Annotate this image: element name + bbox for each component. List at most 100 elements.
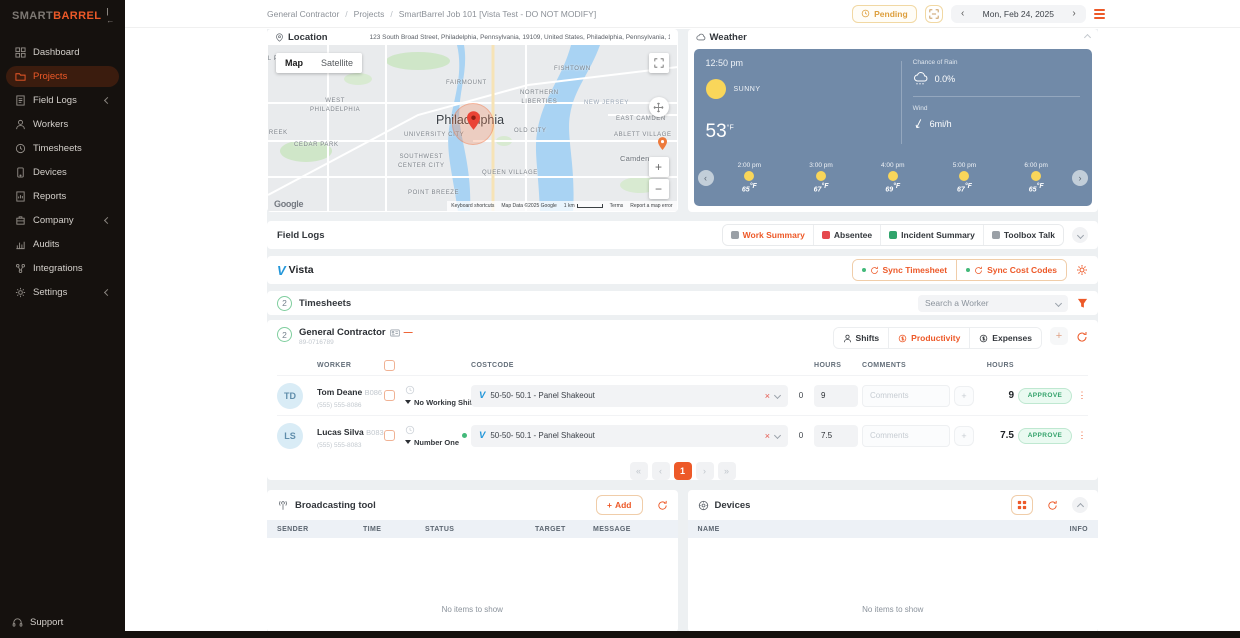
sidebar-item-timesheets[interactable]: Timesheets <box>6 138 119 159</box>
current-page-button[interactable]: 1 <box>673 462 692 480</box>
comments-input[interactable] <box>862 384 950 407</box>
search-worker-select[interactable]: Search a Worker <box>918 294 1068 312</box>
sidebar-collapse-icon[interactable]: |← <box>106 7 114 25</box>
keyboard-shortcuts-link[interactable]: Keyboard shortcuts <box>451 203 494 209</box>
google-map[interactable]: MILL PARK FAIRMOUNT FISHTOWN NORTHERN LI… <box>268 45 677 211</box>
date-prev-button[interactable]: ‹ <box>955 8 971 19</box>
sidebar-item-support[interactable]: Support <box>0 617 125 638</box>
remove-dash-icon[interactable]: — <box>404 327 413 339</box>
broadcast-add-button[interactable]: + Add <box>596 495 643 515</box>
timesheet-row: LS Lucas Silva B083 (555) 555-8083 Numbe… <box>277 415 1088 455</box>
rain-value: 0.0% <box>934 74 956 84</box>
map-type-map-button[interactable]: Map <box>276 58 312 68</box>
row-checkbox[interactable] <box>383 390 395 401</box>
location-pin-marker[interactable] <box>467 111 480 130</box>
sidebar-item-devices[interactable]: Devices <box>6 162 119 183</box>
forecast-item: 4:00 pm 69°F <box>881 162 905 194</box>
contractor-code: 89-0716789 <box>299 339 334 347</box>
status-dot-icon <box>861 268 866 272</box>
field-logs-collapse-button[interactable] <box>1072 227 1088 243</box>
forecast-item: 3:00 pm 67°F <box>809 162 833 194</box>
refresh-icon[interactable] <box>657 500 668 511</box>
current-date[interactable]: Mon, Feb 24, 2025 <box>971 9 1066 19</box>
report-map-error-link[interactable]: Report a map error <box>630 203 672 209</box>
forecast-prev-button[interactable]: ‹ <box>697 170 714 186</box>
costcode-select[interactable]: V 50-50- 50.1 - Panel Shakeout × <box>471 424 788 447</box>
last-page-button[interactable]: » <box>717 462 736 480</box>
map-zoom-in-button[interactable]: + <box>648 157 669 177</box>
clock-icon <box>405 385 467 395</box>
vista-settings-gear-icon[interactable] <box>1076 264 1088 276</box>
filter-funnel-icon[interactable] <box>1077 298 1088 309</box>
terms-link[interactable]: Terms <box>610 203 624 209</box>
logo-barrel: BARREL <box>53 10 102 22</box>
location-panel: Location 123 South Broad Street, Philade… <box>267 29 678 212</box>
sidebar-item-dashboard[interactable]: Dashboard <box>6 42 119 63</box>
sidebar-item-audits[interactable]: Audits <box>6 234 119 255</box>
sun-icon <box>1031 171 1042 182</box>
map-pan-control[interactable] <box>648 97 669 117</box>
sync-timesheet-button[interactable]: Sync Timesheet <box>852 260 958 280</box>
projects-icon <box>15 73 26 81</box>
location-address: 123 South Broad Street, Philadelphia, Pe… <box>370 33 670 42</box>
sidebar-item-integrations[interactable]: Integrations <box>6 258 119 279</box>
tab-productivity[interactable]: Productivity <box>889 328 971 348</box>
add-worker-button[interactable]: + <box>1050 327 1068 345</box>
page-content: Location 123 South Broad Street, Philade… <box>267 29 1098 632</box>
broadcasting-title: Broadcasting tool <box>295 499 376 511</box>
add-comment-button[interactable]: + <box>954 425 974 446</box>
tab-shifts[interactable]: Shifts <box>833 328 890 348</box>
shift-selector[interactable]: No Working Shift <box>405 398 475 407</box>
hours-input[interactable] <box>814 384 858 407</box>
tab-expenses[interactable]: Expenses <box>970 328 1041 348</box>
map-zoom-out-button[interactable]: − <box>648 179 669 199</box>
costcode-select[interactable]: V 50-50- 50.1 - Panel Shakeout × <box>471 384 788 407</box>
collapse-weather-icon[interactable] <box>1083 33 1092 41</box>
scan-sync-button[interactable] <box>924 4 943 23</box>
sidebar-item-workers[interactable]: Workers <box>6 114 119 135</box>
clear-costcode-icon[interactable]: × <box>765 431 770 441</box>
forecast-next-button[interactable]: › <box>1072 170 1089 186</box>
sidebar-item-reports[interactable]: Reports <box>6 186 119 207</box>
toolbox-talk-button[interactable]: Toolbox Talk <box>983 225 1063 245</box>
first-page-button[interactable]: « <box>629 462 648 480</box>
map-fullscreen-button[interactable] <box>648 53 669 73</box>
synced-dot-icon <box>462 433 467 438</box>
devices-collapse-button[interactable] <box>1072 497 1088 513</box>
sidebar-item-projects[interactable]: Projects <box>6 66 119 87</box>
absentee-button[interactable]: Absentee <box>813 225 882 245</box>
refresh-icon[interactable] <box>1076 331 1088 343</box>
map-type-satellite-button[interactable]: Satellite <box>312 58 362 68</box>
select-all-checkbox[interactable] <box>383 359 395 371</box>
device-pin-marker[interactable] <box>658 137 667 150</box>
hours-input[interactable] <box>814 424 858 447</box>
sidebar-item-company[interactable]: Company <box>6 210 119 231</box>
weather-time: 12:50 pm <box>705 58 744 68</box>
comments-input[interactable] <box>862 424 950 447</box>
shift-selector[interactable]: Number One <box>405 438 467 447</box>
menu-burger-icon[interactable] <box>1094 8 1105 19</box>
add-comment-button[interactable]: + <box>954 385 974 406</box>
sidebar-item-settings[interactable]: Settings <box>6 282 119 303</box>
row-menu-icon[interactable]: ⋮ <box>1076 430 1088 441</box>
row-menu-icon[interactable]: ⋮ <box>1076 390 1088 401</box>
approve-button[interactable]: APPROVE <box>1018 427 1072 444</box>
row-checkbox[interactable] <box>383 430 395 441</box>
clear-costcode-icon[interactable]: × <box>765 391 770 401</box>
approve-button[interactable]: APPROVE <box>1018 387 1072 404</box>
breadcrumb-item[interactable]: Projects <box>354 9 385 19</box>
work-summary-button[interactable]: Work Summary <box>722 225 814 245</box>
map-label: CEDAR PARK <box>294 142 339 148</box>
prev-page-button[interactable]: ‹ <box>651 462 670 480</box>
date-next-button[interactable]: › <box>1066 8 1082 19</box>
weather-body: 12:50 pm SUNNY 53°F Chance of Rain 0.0% <box>693 49 1092 206</box>
incident-summary-button[interactable]: Incident Summary <box>881 225 984 245</box>
sidebar-item-field-logs[interactable]: Field Logs <box>6 90 119 111</box>
pending-status-badge[interactable]: Pending <box>852 4 917 23</box>
next-page-button[interactable]: › <box>695 462 714 480</box>
devices-empty-state: No items to show <box>687 538 1098 632</box>
refresh-icon[interactable] <box>1047 500 1058 511</box>
devices-grid-view-button[interactable] <box>1011 495 1033 515</box>
breadcrumb-item[interactable]: General Contractor <box>267 9 339 19</box>
sync-cost-codes-button[interactable]: Sync Cost Codes <box>957 260 1066 280</box>
